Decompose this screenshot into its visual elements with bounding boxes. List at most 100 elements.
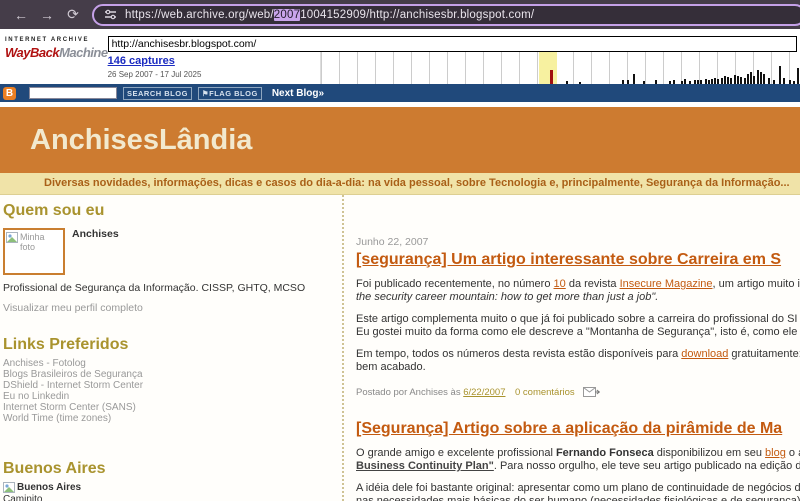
sidebar-link-fotolog[interactable]: Anchises - Fotolog: [3, 358, 334, 369]
sidebar-link-blogs-brasileiros[interactable]: Blogs Brasileiros de Segurança: [3, 369, 334, 380]
text-link[interactable]: Insecure Magazine: [620, 278, 713, 290]
timeline-bar: [642, 81, 645, 84]
timeline-bar: [683, 79, 686, 84]
text-segment: , um artigo muito interessante: [712, 278, 800, 290]
text-link[interactable]: Business Continuity Plan": [356, 460, 494, 472]
links-heading: Links Preferidos: [3, 336, 129, 353]
timeline-bar: [782, 78, 785, 84]
timeline-bar: [726, 77, 729, 84]
text-link[interactable]: 0 comentários: [515, 387, 575, 398]
timeline-bar: [668, 81, 671, 84]
wayback-toolbar: INTERNET ARCHIVE WayBackMachine 146 capt…: [0, 29, 800, 84]
sidebar: Quem sou eu Minha foto Anchises Profissi…: [0, 195, 344, 501]
timeline-bar: [688, 81, 691, 84]
text-segment: . Para nosso orgulho, ele teve seu artig…: [493, 460, 800, 472]
post1-footer: Postado por Anchises às 6/22/2007 0 come…: [356, 387, 800, 398]
address-bar[interactable]: https://web.archive.org/web/200710041529…: [92, 3, 800, 26]
timeline-bar: [716, 79, 719, 84]
text-segment: bem acabado.: [356, 361, 426, 373]
search-blog-button[interactable]: SEARCH BLOG: [123, 86, 192, 100]
reload-icon[interactable]: ⟳: [60, 6, 86, 23]
timeline-current-capture-bar: [549, 70, 553, 84]
text-link[interactable]: 10: [554, 278, 566, 290]
profile-photo-alt: Minha foto: [20, 232, 45, 252]
site-settings-icon[interactable]: [104, 8, 117, 21]
text-link[interactable]: blog: [765, 447, 786, 459]
post-date: Junho 22, 2007: [356, 236, 429, 248]
email-post-icon[interactable]: [582, 387, 600, 398]
blog-search-input[interactable]: [29, 87, 117, 99]
url-highlighted-year[interactable]: 2007: [273, 8, 301, 21]
text-segment: Fernando Fonseca: [555, 447, 654, 459]
broken-image-icon: [3, 482, 15, 493]
timeline-bar: [632, 74, 635, 84]
text-link[interactable]: 6/22/2007: [463, 387, 505, 398]
timeline-bar: [672, 80, 675, 84]
wayback-timeline[interactable]: [319, 52, 800, 84]
flag-blog-button[interactable]: ⚑FLAG BLOG: [197, 86, 262, 100]
timeline-bar: [778, 66, 781, 84]
timeline-bar: [704, 79, 707, 84]
blogger-logo-icon[interactable]: B: [3, 86, 16, 100]
buenos-aires-caption[interactable]: Caminito: [3, 494, 334, 501]
blog-tagline: Diversas novidades, informações, dicas e…: [0, 173, 800, 195]
captures-link[interactable]: 146 captures: [108, 55, 320, 67]
wayback-logo[interactable]: INTERNET ARCHIVE WayBackMachine: [0, 29, 108, 84]
timeline-bar: [752, 76, 755, 84]
back-icon[interactable]: ←: [8, 7, 34, 23]
next-blog-link[interactable]: Next Blog»: [272, 88, 324, 99]
forward-icon[interactable]: →: [34, 7, 60, 23]
sidebar-link-linkedin[interactable]: Eu no Linkedin: [3, 391, 334, 402]
post-body-line: bem acabado.: [356, 361, 800, 374]
timeline-highlight: [538, 52, 557, 84]
timeline-bar: [762, 74, 765, 84]
post-body-line: the security career mountain: how to get…: [356, 291, 800, 304]
text-segment: Eu gostei muito da forma como ele descre…: [356, 326, 800, 338]
wayback-url-input[interactable]: [107, 36, 797, 52]
profile-bio: Profissional de Segurança da Informação.…: [3, 282, 306, 294]
post-body-line: Business Continuity Plan". Para nosso or…: [356, 460, 800, 473]
profile-photo[interactable]: Minha foto: [3, 228, 65, 275]
timeline-bar: [696, 80, 699, 84]
text-link[interactable]: download: [681, 348, 728, 360]
timeline-bar: [720, 78, 723, 84]
sidebar-link-dshield[interactable]: DShield - Internet Storm Center: [3, 380, 334, 391]
timeline-bar: [788, 80, 791, 84]
buenos-aires-heading: Buenos Aires: [3, 460, 106, 477]
internet-archive-label: INTERNET ARCHIVE: [5, 37, 90, 43]
sidebar-link-world-time[interactable]: World Time (time zones): [3, 413, 334, 424]
post-body-line: Foi publicado recentemente, no número 10…: [356, 278, 800, 291]
post1-title-link[interactable]: [segurança] Um artigo interessante sobre…: [356, 251, 800, 269]
sidebar-link-isc-sans[interactable]: Internet Storm Center (SANS): [3, 402, 334, 413]
timeline-bar: [707, 80, 710, 84]
timeline-bar: [713, 78, 716, 84]
timeline-bar: [710, 79, 713, 84]
blog-title[interactable]: AnchisesLândia: [30, 124, 800, 157]
timeline-bar: [565, 81, 568, 84]
timeline-bar: [796, 68, 799, 84]
timeline-bar: [743, 78, 746, 84]
blog-header: AnchisesLândia: [0, 107, 800, 173]
post-body-line: O grande amigo e excelente profissional …: [356, 447, 800, 460]
timeline-bar: [746, 74, 749, 84]
text-segment: disponibilizou em seu: [653, 447, 766, 459]
view-profile-link[interactable]: Visualizar meu perfil completo: [3, 302, 334, 314]
text-segment: Em tempo, todos os números desta revista…: [356, 348, 682, 360]
text-segment: o artigo que esc: [788, 447, 800, 459]
text-segment: Este artigo complementa muito o que já f…: [356, 313, 800, 325]
timeline-bar: [756, 70, 759, 84]
post2-title-link[interactable]: [Segurança] Artigo sobre a aplicação da …: [356, 420, 800, 438]
timeline-bar: [792, 81, 795, 84]
text-segment: [505, 387, 515, 398]
timeline-bar: [578, 82, 581, 84]
text-segment: Postado por Anchises às: [356, 387, 464, 398]
buenos-aires-photo-alt[interactable]: Buenos Aires: [17, 482, 81, 493]
screen: ← → ⟳ https://web.archive.org/web/200710…: [0, 0, 800, 501]
timeline-bar: [693, 80, 696, 84]
post-byline: Postado por Anchises às 6/22/2007 0 come…: [356, 387, 575, 398]
broken-image-icon: [6, 232, 18, 243]
text-segment: gratuitamente: um material: [731, 348, 800, 360]
post-body-line: A idéia dele foi bastante original: apre…: [356, 482, 800, 495]
page-content: Quem sou eu Minha foto Anchises Profissi…: [0, 195, 800, 501]
url-text[interactable]: https://web.archive.org/web/200710041529…: [125, 8, 534, 21]
